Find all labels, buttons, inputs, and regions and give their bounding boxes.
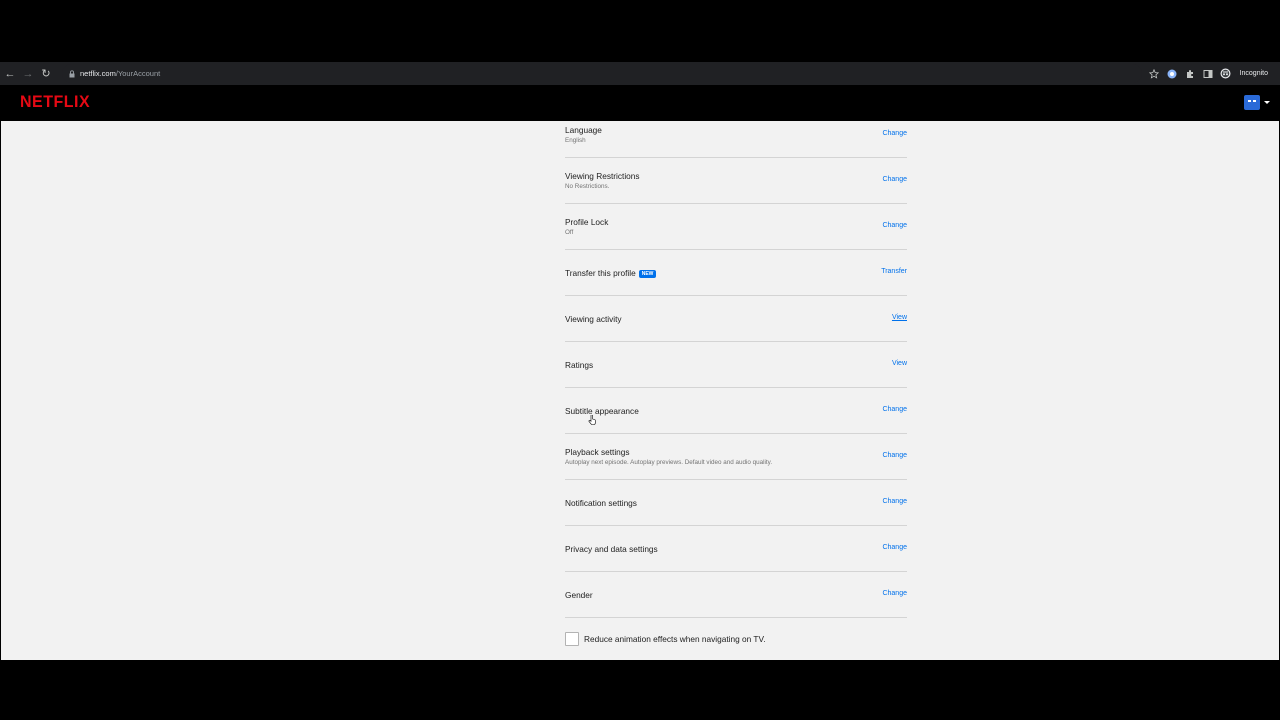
change-privacy-link[interactable]: Change <box>882 544 907 551</box>
avatar[interactable] <box>1244 95 1260 110</box>
setting-profile-lock: Profile Lock Off Change <box>565 204 907 250</box>
setting-viewing-restrictions: Viewing Restrictions No Restrictions. Ch… <box>565 158 907 204</box>
reduce-animation-label[interactable]: Reduce animation effects when navigating… <box>584 634 766 644</box>
reload-icon[interactable]: ↻ <box>38 66 54 82</box>
setting-subtitle: Autoplay next episode. Autoplay previews… <box>565 459 773 466</box>
reduce-animation-row[interactable]: Reduce animation effects when navigating… <box>565 632 766 646</box>
netflix-logo[interactable]: NETFLIX <box>20 94 90 113</box>
setting-title: Language <box>565 125 602 135</box>
browser-toolbar: ← → ↻ netflix.com/YourAccount Incognito <box>0 62 1280 85</box>
setting-gender: Gender Change <box>565 572 907 618</box>
setting-title: Ratings <box>565 360 594 370</box>
setting-subtitle: Off <box>565 229 574 236</box>
reduce-animation-checkbox[interactable] <box>565 632 579 646</box>
setting-ratings: Ratings View <box>565 342 907 388</box>
letterbox-bottom <box>0 660 1280 720</box>
setting-title: Notification settings <box>565 498 637 508</box>
view-ratings-link[interactable]: View <box>892 360 907 367</box>
setting-title: Transfer this profile NEW <box>565 268 657 278</box>
change-gender-link[interactable]: Change <box>882 590 907 597</box>
address-bar[interactable]: netflix.com/YourAccount <box>62 64 1142 83</box>
profile-settings-list: Language English Change Viewing Restrict… <box>565 121 907 646</box>
forward-icon[interactable]: → <box>20 66 36 82</box>
setting-title: Playback settings <box>565 447 630 457</box>
change-subtitle-appearance-link[interactable]: Change <box>882 406 907 413</box>
setting-playback: Playback settings Autoplay next episode.… <box>565 434 907 480</box>
view-viewing-activity-link[interactable]: View <box>892 314 907 321</box>
setting-notifications: Notification settings Change <box>565 480 907 526</box>
letterbox-top <box>0 0 1280 62</box>
setting-transfer-profile: Transfer this profile NEW Transfer <box>565 250 907 296</box>
setting-privacy: Privacy and data settings Change <box>565 526 907 572</box>
setting-subtitle: No Restrictions. <box>565 183 610 190</box>
url-path: /YourAccount <box>115 69 161 78</box>
extension-circle-icon[interactable] <box>1166 68 1178 80</box>
back-icon[interactable]: ← <box>2 66 18 82</box>
change-notifications-link[interactable]: Change <box>882 498 907 505</box>
setting-title: Viewing Restrictions <box>565 171 640 181</box>
setting-title: Viewing activity <box>565 314 622 324</box>
setting-title: Profile Lock <box>565 217 609 227</box>
star-icon[interactable] <box>1148 68 1160 80</box>
profile-menu[interactable] <box>1244 95 1270 110</box>
setting-title: Subtitle appearance <box>565 406 639 416</box>
change-playback-link[interactable]: Change <box>882 452 907 459</box>
account-page: Language English Change Viewing Restrict… <box>1 121 1279 660</box>
setting-subtitle: English <box>565 137 586 144</box>
change-profile-lock-link[interactable]: Change <box>882 222 907 229</box>
change-viewing-restrictions-link[interactable]: Change <box>882 176 907 183</box>
netflix-header: NETFLIX <box>0 85 1280 121</box>
setting-title: Gender <box>565 590 593 600</box>
change-language-link[interactable]: Change <box>882 130 907 137</box>
setting-viewing-activity: Viewing activity View <box>565 296 907 342</box>
url-text[interactable]: netflix.com/YourAccount <box>80 69 160 78</box>
setting-language: Language English Change <box>565 121 907 158</box>
setting-subtitle-appearance: Subtitle appearance Change <box>565 388 907 434</box>
url-host: netflix.com <box>80 69 116 78</box>
transfer-profile-link[interactable]: Transfer <box>881 268 907 275</box>
side-panel-icon[interactable] <box>1202 68 1214 80</box>
lock-icon[interactable] <box>66 68 78 80</box>
puzzle-icon[interactable] <box>1184 68 1196 80</box>
caret-down-icon[interactable] <box>1264 101 1270 104</box>
transfer-profile-title: Transfer this profile <box>565 268 636 278</box>
setting-title: Privacy and data settings <box>565 544 658 554</box>
new-badge: NEW <box>638 270 657 278</box>
incognito-label: Incognito <box>1239 70 1268 77</box>
incognito-icon[interactable] <box>1220 68 1232 80</box>
hand-cursor-icon <box>588 415 596 425</box>
